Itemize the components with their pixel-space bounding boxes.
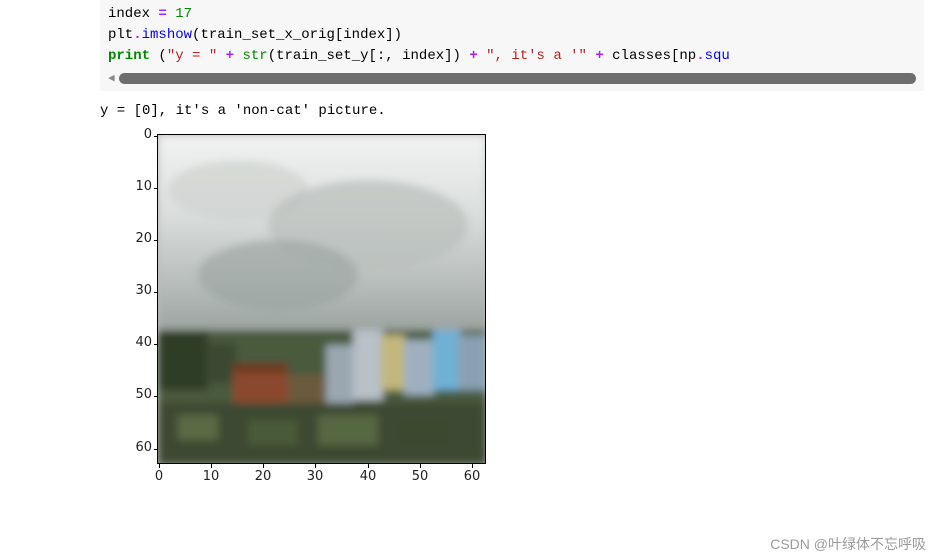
xtick-label: 40: [353, 469, 383, 484]
code-line-1: index = 17: [108, 4, 916, 25]
ytick-label: 50: [100, 387, 152, 402]
code-token: [217, 48, 225, 64]
code-token: str: [242, 48, 267, 64]
xtick-label: 30: [300, 469, 330, 484]
stdout-text: y = [0], it's a 'non-cat' picture.: [100, 103, 936, 119]
code-token: +: [226, 48, 234, 64]
xtick-label: 50: [405, 469, 435, 484]
xtick-label: 10: [196, 469, 226, 484]
code-token: .: [696, 48, 704, 64]
code-token: +: [595, 48, 603, 64]
ytick-label: 0: [100, 127, 152, 142]
matplotlib-figure: 0 10 20 30 40 50 60 0 10 20 30 40 50 60: [100, 125, 520, 535]
code-token: classes[np: [604, 48, 696, 64]
code-token: 17: [175, 6, 192, 22]
code-token: .: [133, 27, 141, 43]
code-cell: index = 17 plt.imshow(train_set_x_orig[i…: [100, 0, 924, 91]
code-line-3: print ("y = " + str(train_set_y[:, index…: [108, 46, 916, 67]
code-token: (: [150, 48, 167, 64]
code-token: =: [158, 6, 166, 22]
xtick-label: 0: [144, 469, 174, 484]
ytick-label: 60: [100, 440, 152, 455]
ytick-label: 30: [100, 283, 152, 298]
tick-mark: [472, 464, 473, 468]
code-token: print: [108, 48, 150, 64]
watermark-text: CSDN @叶绿体不忘呼吸: [770, 534, 926, 554]
xtick-label: 60: [457, 469, 487, 484]
code-token: index: [108, 6, 158, 22]
image-plot: [157, 134, 486, 464]
tick-mark: [368, 464, 369, 468]
code-token: (train_set_x_orig[index]): [192, 27, 402, 43]
scroll-track[interactable]: [119, 73, 916, 84]
tick-mark: [420, 464, 421, 468]
tick-mark: [159, 464, 160, 468]
output-area: y = [0], it's a 'non-cat' picture. 0 10 …: [100, 91, 936, 535]
code-token: imshow: [142, 27, 192, 43]
ytick-label: 10: [100, 179, 152, 194]
code-token: "y = ": [167, 48, 217, 64]
code-line-2: plt.imshow(train_set_x_orig[index]): [108, 25, 916, 46]
code-token: +: [469, 48, 477, 64]
ytick-label: 40: [100, 335, 152, 350]
ytick-label: 20: [100, 231, 152, 246]
code-token: [167, 6, 175, 22]
horizontal-scrollbar[interactable]: ◀: [108, 67, 916, 91]
tick-mark: [315, 464, 316, 468]
code-token: [478, 48, 486, 64]
code-token: (train_set_y[:, index]): [268, 48, 470, 64]
tick-mark: [211, 464, 212, 468]
plot-image-icon: [158, 135, 486, 464]
code-token: ", it's a '": [486, 48, 587, 64]
scroll-left-icon[interactable]: ◀: [108, 71, 115, 85]
code-token: plt: [108, 27, 133, 43]
tick-mark: [263, 464, 264, 468]
xtick-label: 20: [248, 469, 278, 484]
code-token: squ: [705, 48, 730, 64]
